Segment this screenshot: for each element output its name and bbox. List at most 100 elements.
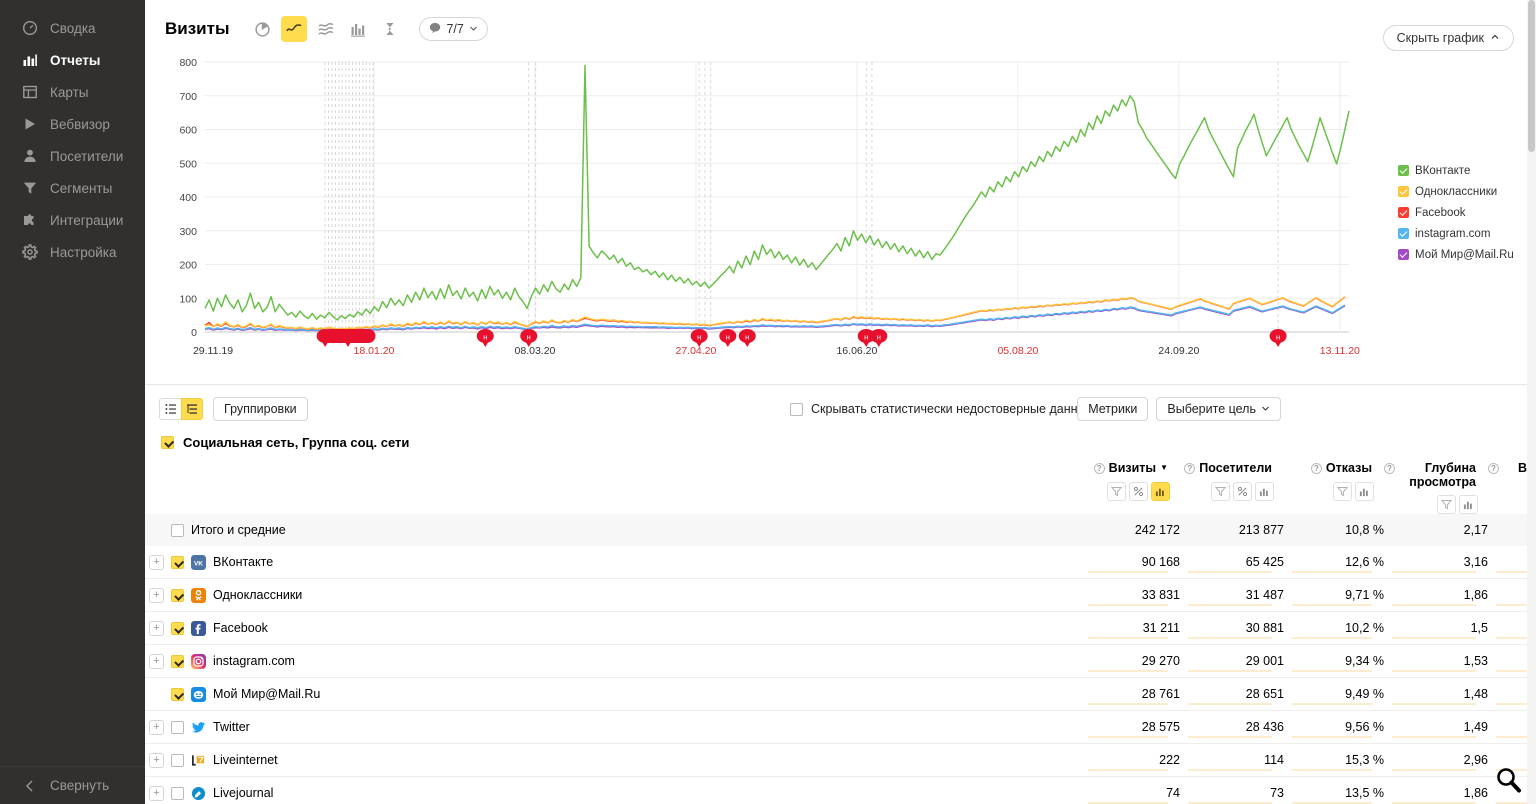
legend-item-3[interactable]: instagram.com: [1398, 223, 1518, 244]
svg-text:24.09.20: 24.09.20: [1158, 345, 1199, 357]
dimension-header: Социальная сеть, Группа соц. сети: [145, 427, 1536, 450]
legend-item-4[interactable]: Мой Мир@Mail.Ru: [1398, 244, 1518, 265]
legend-checkbox[interactable]: [1398, 249, 1409, 260]
row-checkbox[interactable]: [171, 621, 184, 635]
chart-legend: ВКонтакте Одноклассники Facebook instagr…: [1398, 160, 1518, 265]
percent-icon[interactable]: [1129, 482, 1148, 501]
row-checkbox[interactable]: [171, 687, 184, 701]
select-goal-button[interactable]: Выберите цель: [1156, 397, 1281, 421]
svg-text:н: н: [745, 333, 749, 342]
dimension-checkbox[interactable]: [161, 436, 174, 449]
sidebar-item-4[interactable]: Посетители: [0, 140, 145, 172]
value-bar-track: [1392, 736, 1476, 738]
column-header-1[interactable]: ? Посетители: [1180, 450, 1284, 514]
chart-icon[interactable]: [1459, 495, 1478, 514]
filter-icon[interactable]: [1211, 482, 1230, 501]
column-header-0[interactable]: ? Визиты ▼: [1080, 450, 1180, 514]
legend-item-2[interactable]: Facebook: [1398, 202, 1518, 223]
totals-checkbox[interactable]: [171, 523, 184, 537]
table-row[interactable]: + Facebook 31 211 30 881 10,2 % 1,5 0:39: [145, 612, 1536, 645]
expand-row-button[interactable]: +: [149, 620, 164, 636]
value-bar-track: [1292, 670, 1372, 672]
table-row[interactable]: + Livejournal 74 73 13,5 % 1,86 0:55: [145, 777, 1536, 804]
legend-item-0[interactable]: ВКонтакте: [1398, 160, 1518, 181]
filter-icon[interactable]: [1333, 482, 1352, 501]
table-row[interactable]: + Мой Мир@Mail.Ru 28 761 28 651 9,49 % 1…: [145, 678, 1536, 711]
info-icon[interactable]: ?: [1384, 463, 1395, 474]
value-bar-track: [1188, 670, 1272, 672]
expand-row-button[interactable]: +: [149, 653, 164, 669]
visits-line-chart[interactable]: 0 100 200 300 400 500 600 700 800 29.11.19 18.01.2…: [159, 54, 1529, 374]
table-row[interactable]: + VK ВКонтакте 90 168 65 425 12,6 % 3,16…: [145, 546, 1536, 579]
value-bar-track: [1392, 703, 1476, 705]
value-bar-track: [1292, 571, 1372, 573]
chart-icon[interactable]: [1355, 482, 1374, 501]
pie-chart-icon[interactable]: [249, 16, 275, 42]
legend-checkbox[interactable]: [1398, 165, 1409, 176]
cell-visits: 31 211: [1080, 612, 1180, 645]
sidebar-item-5[interactable]: Сегменты: [0, 172, 145, 204]
expand-row-button[interactable]: +: [149, 752, 164, 768]
sidebar-item-7[interactable]: Настройка: [0, 236, 145, 268]
table-row[interactable]: + instagram.com 29 270 29 001 9,34 % 1,5…: [145, 645, 1536, 678]
chart-icon[interactable]: [1255, 482, 1274, 501]
tree-view-icon[interactable]: [181, 398, 203, 420]
percent-icon[interactable]: [1233, 482, 1252, 501]
table-row[interactable]: + Одноклассники 33 831 31 487 9,71 % 1,8…: [145, 579, 1536, 612]
sidebar-item-2[interactable]: Карты: [0, 76, 145, 108]
expand-row-button[interactable]: +: [149, 554, 164, 570]
expand-row-button[interactable]: +: [149, 719, 164, 735]
row-checkbox[interactable]: [171, 720, 184, 734]
row-checkbox[interactable]: [171, 555, 184, 569]
chevron-down-icon: [1261, 402, 1270, 416]
info-icon[interactable]: ?: [1093, 463, 1105, 474]
legend-checkbox[interactable]: [1398, 228, 1409, 239]
sidebar-item-3[interactable]: Вебвизор: [0, 108, 145, 140]
map-chart-icon[interactable]: [377, 16, 403, 42]
legend-checkbox[interactable]: [1398, 207, 1409, 218]
chart-panel: Визиты 7/7 Скрыть график 0 100 200 300 4…: [145, 0, 1536, 384]
groupings-button[interactable]: Группировки: [213, 397, 308, 421]
chart-icon[interactable]: [1151, 482, 1170, 501]
hide-unreliable-checkbox[interactable]: [790, 402, 803, 416]
expand-row-button[interactable]: +: [149, 785, 164, 801]
sidebar-item-0[interactable]: Сводка: [0, 12, 145, 44]
column-chart-icon[interactable]: [345, 16, 371, 42]
column-header-2[interactable]: ? Отказы: [1284, 450, 1384, 514]
sidebar-item-6[interactable]: Интеграции: [0, 204, 145, 236]
area-chart-icon[interactable]: [313, 16, 339, 42]
hide-chart-button[interactable]: Скрыть график: [1382, 25, 1514, 51]
list-view-icon[interactable]: [159, 398, 181, 420]
line-chart-icon[interactable]: [281, 16, 308, 42]
row-checkbox[interactable]: [171, 753, 184, 767]
column-tools: [1384, 495, 1488, 514]
sidebar-item-label: Сегменты: [50, 180, 113, 196]
filter-icon[interactable]: [1107, 482, 1126, 501]
table-row[interactable]: + Twitter 28 575 28 436 9,56 % 1,49 0:37: [145, 711, 1536, 744]
legend-item-1[interactable]: Одноклассники: [1398, 181, 1518, 202]
row-checkbox[interactable]: [171, 654, 184, 668]
row-checkbox[interactable]: [171, 786, 184, 800]
info-icon[interactable]: ?: [1488, 463, 1499, 474]
groupings-label: Группировки: [224, 402, 297, 416]
page-scrollbar[interactable]: [1527, 0, 1536, 804]
cell-depth: 1,48: [1384, 678, 1488, 711]
sidebar-item-1[interactable]: Отчеты: [0, 44, 145, 76]
legend-checkbox[interactable]: [1398, 186, 1409, 197]
info-icon[interactable]: ?: [1184, 463, 1196, 474]
filter-icon[interactable]: [1437, 495, 1456, 514]
totals-row: Итого и средние 242 172 213 877 10,8 % 2…: [145, 514, 1536, 546]
info-icon[interactable]: ?: [1310, 463, 1322, 474]
page-scroll-thumb[interactable]: [1528, 0, 1535, 152]
expand-row-button[interactable]: +: [149, 587, 164, 603]
comments-count: 7/7: [446, 22, 464, 36]
cell-bounce: 9,34 %: [1284, 645, 1384, 678]
comments-chip[interactable]: 7/7: [419, 17, 488, 41]
sidebar-collapse-button[interactable]: Свернуть: [0, 766, 145, 804]
table-row[interactable]: + Liveinternet 222 114 15,3 % 2,96 2:28: [145, 744, 1536, 777]
row-checkbox[interactable]: [171, 588, 184, 602]
metrics-button[interactable]: Метрики: [1077, 397, 1149, 421]
cell-visits: 74: [1080, 777, 1180, 804]
column-header-3[interactable]: ? Глубина просмотра: [1384, 450, 1488, 514]
cell-visitors: 73: [1180, 777, 1284, 804]
